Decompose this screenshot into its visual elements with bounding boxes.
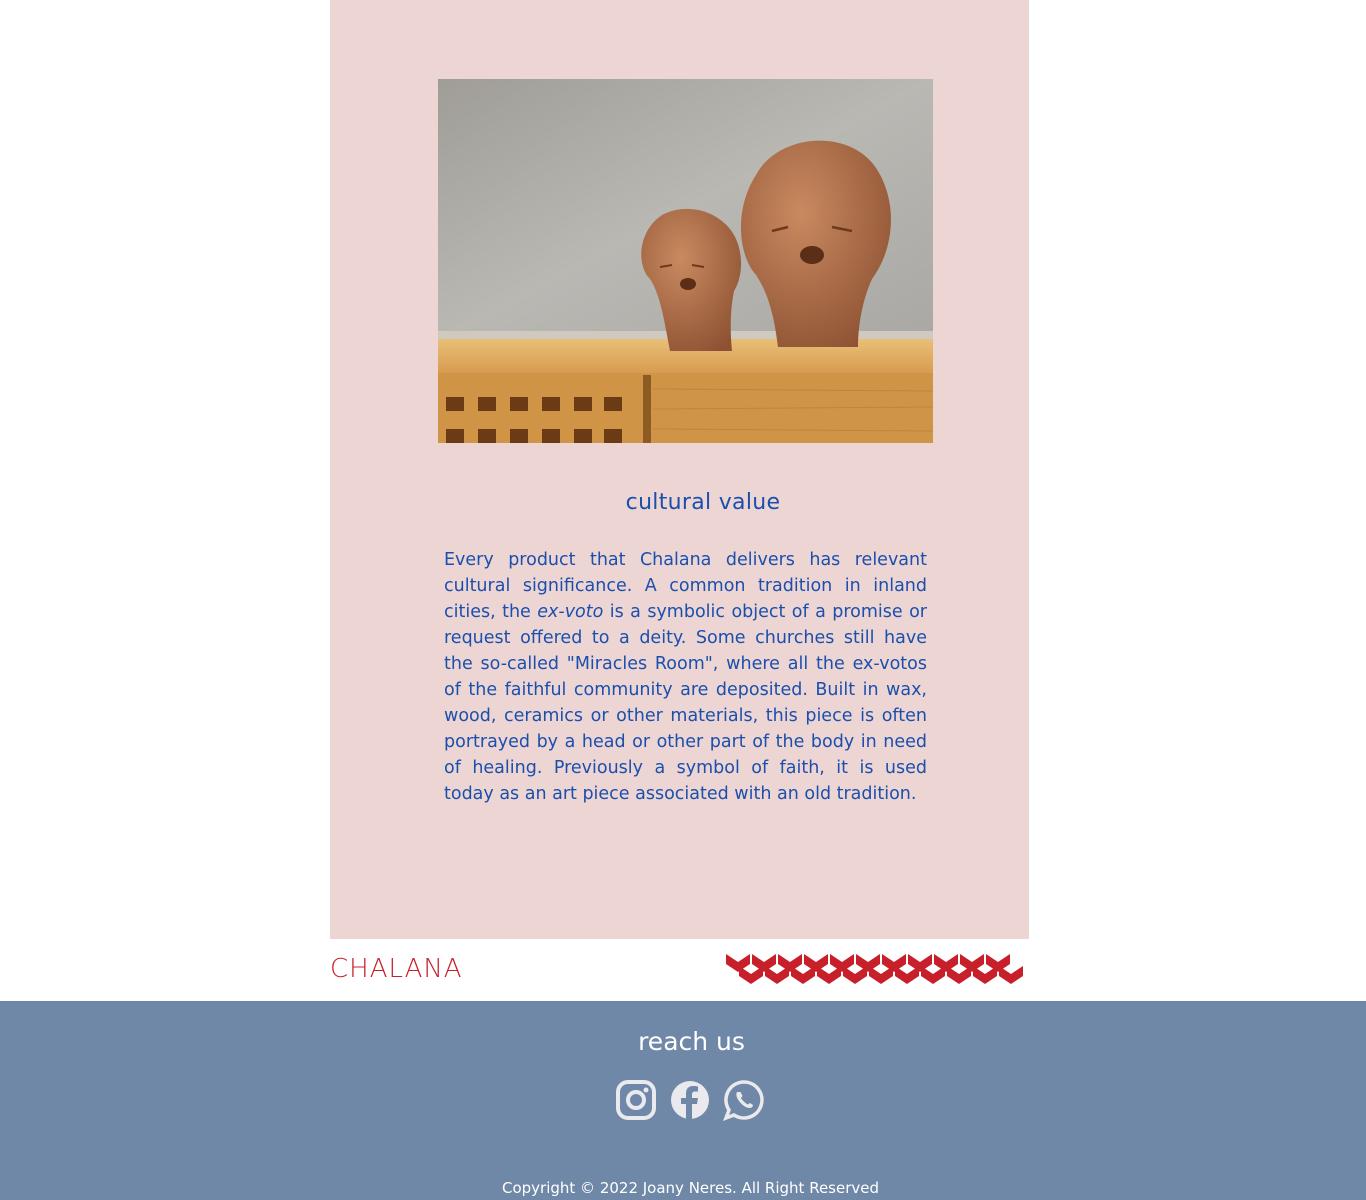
instagram-icon[interactable] [615,1079,657,1121]
copyright-text: Copyright © 2022 Joany Neres. All Right … [501,1179,880,1197]
whatsapp-icon[interactable] [723,1079,765,1121]
chalana-logo[interactable]: CHALANA [330,954,463,984]
description-text-end: is a symbolic object of a promise or req… [444,602,928,804]
ex-voto-emphasis: ex-voto [537,602,604,622]
product-photo [438,79,933,443]
social-links [615,1079,765,1121]
brand-row: CHALANA [330,950,1032,990]
section-title: cultural value [625,490,781,515]
footer: reach us Copyright © 2022 Joany Neres. A… [0,1001,1366,1200]
footer-title: reach us [638,1027,745,1056]
facebook-icon[interactable] [669,1079,711,1121]
description-paragraph: Every product that Chalana delivers has … [444,547,927,807]
page: cultural value Every product that Chalan… [0,0,1366,1200]
decorative-pattern [726,954,1023,984]
